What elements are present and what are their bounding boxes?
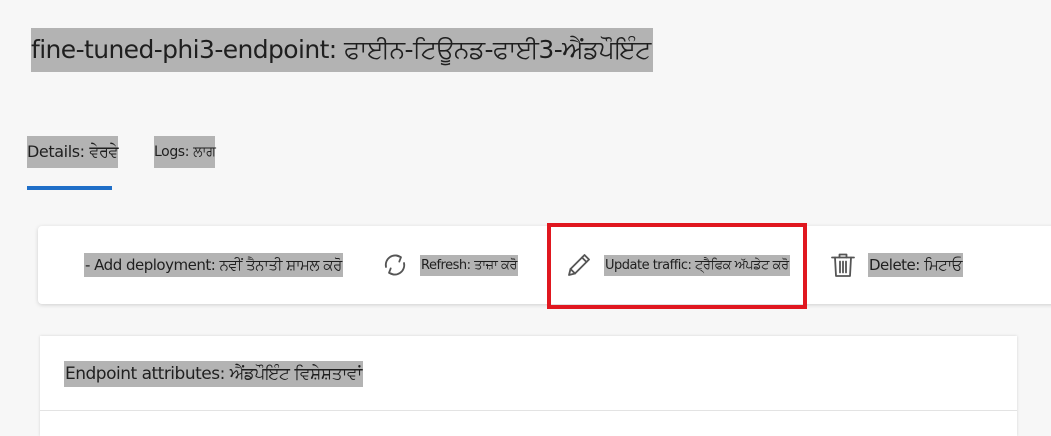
- trash-icon: [826, 248, 860, 282]
- highlight-box: [547, 223, 807, 309]
- delete-label: Delete: ਮਿਟਾਓ: [868, 253, 963, 277]
- panel-title: Endpoint attributes: ਐਂਡਪੌਇੰਟ ਵਿਸ਼ੇਸ਼ਤਾਵ…: [64, 361, 363, 387]
- endpoint-toolbar: - Add deployment: ਨਵੀਂ ਤੈਨਾਤੀ ਸ਼ਾਮਲ ਕਰੋ …: [38, 226, 1051, 304]
- endpoint-attributes-panel: Endpoint attributes: ਐਂਡਪੌਇੰਟ ਵਿਸ਼ੇਸ਼ਤਾਵ…: [40, 336, 1017, 436]
- add-deployment-label: - Add deployment: ਨਵੀਂ ਤੈਨਾਤੀ ਸ਼ਾਮਲ ਕਰੋ: [84, 253, 343, 277]
- refresh-button[interactable]: Refresh: ਤਾਜ਼ਾ ਕਰੋ: [378, 226, 518, 304]
- delete-button[interactable]: Delete: ਮਿਟਾਓ: [826, 226, 963, 304]
- selected-tab-indicator: [27, 186, 112, 190]
- refresh-label: Refresh: ਤਾਜ਼ਾ ਕਰੋ: [420, 254, 518, 276]
- refresh-icon: [378, 248, 412, 282]
- panel-divider: [40, 410, 1017, 411]
- add-deployment-button[interactable]: - Add deployment: ਨਵੀਂ ਤੈਨਾਤੀ ਸ਼ਾਮਲ ਕਰੋ: [84, 226, 343, 304]
- tab-logs[interactable]: Logs: ਲਾਗ: [154, 136, 216, 168]
- tab-details[interactable]: Details: ਵੇਰਵੇ: [27, 136, 119, 168]
- page-title: fine-tuned-phi3-endpoint: ਫਾਈਨ-ਟਿਊਨਡ-ਫਾਈ…: [31, 28, 653, 72]
